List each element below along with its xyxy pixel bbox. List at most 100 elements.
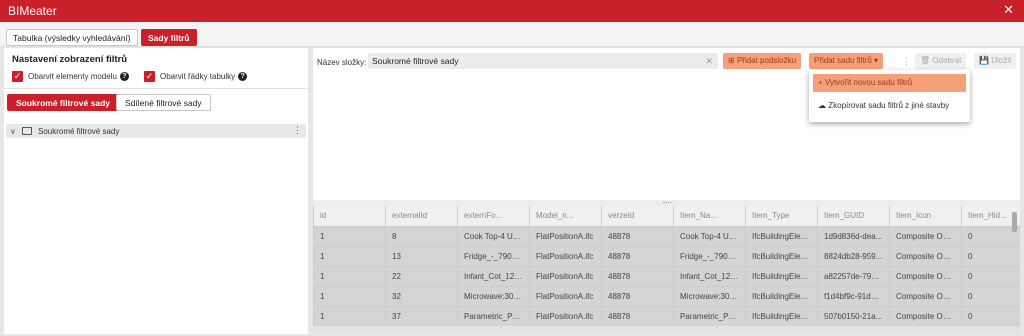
column-header[interactable]: Item_GUID — [817, 206, 890, 226]
add-filter-set-label: Přidat sadu filtrů — [814, 56, 872, 65]
add-subfolder-label: Přidat podsložku — [736, 56, 797, 65]
menu-item-label: Vytvořit novou sadu filtrů — [824, 78, 913, 87]
save-icon: 💾 — [979, 56, 989, 65]
table-cell: IfcBuildingElem... — [745, 265, 818, 286]
clear-icon[interactable]: ✕ — [705, 56, 713, 67]
column-header[interactable]: externFo... — [457, 206, 530, 226]
color-table-rows-checkbox[interactable]: ✓ Obarvit řádky tabulky ? — [144, 70, 248, 82]
table-cell: 32 — [385, 285, 458, 306]
add-filter-set-menu: + Vytvořit novou sadu filtrů ☁ Zkopírova… — [809, 70, 970, 122]
tab-shared-filter-sets[interactable]: Sdílené filtrové sady — [116, 94, 211, 111]
table-cell: IfcBuildingElem... — [745, 305, 818, 326]
table-cell: IfcBuildingElem... — [745, 245, 818, 266]
menu-item-create-new-filter-set[interactable]: + Vytvořit novou sadu filtrů — [813, 74, 966, 92]
tab-filter-sets[interactable]: Sady filtrů — [141, 29, 197, 46]
results-table: id externalId externFo... Model_n... ver… — [313, 206, 1020, 326]
folder-name-input[interactable]: Soukromé filtrové sady ✕ — [368, 53, 718, 69]
table-cell: 0 — [961, 265, 1020, 286]
folder-name-label: Název složky: — [317, 58, 367, 67]
filter-display-settings-heading: Nastavení zobrazení filtrů — [12, 54, 128, 65]
table-cell: 1 — [313, 305, 386, 326]
checkbox-checked-icon[interactable]: ✓ — [144, 70, 155, 82]
column-header[interactable]: Model_n... — [529, 206, 602, 226]
color-model-elements-checkbox[interactable]: ✓ Obarvit elementy modelu ? — [12, 70, 129, 82]
table-cell: Infant_Cot_121... — [673, 265, 746, 286]
tree-item-label: Soukromé filtrové sady — [38, 126, 120, 136]
help-icon[interactable]: ? — [119, 71, 129, 81]
left-panel: Nastavení zobrazení filtrů ✓ Obarvit ele… — [4, 48, 308, 334]
table-cell: Microwave:30" ... — [457, 285, 530, 306]
tree-item-private-filter-sets[interactable]: ∨ Soukromé filtrové sady ⋮ — [6, 124, 306, 138]
tab-table-results[interactable]: Tabulka (výsledky vyhledávání) — [6, 29, 138, 46]
table-cell: Cook Top-4 Uni... — [457, 225, 530, 246]
checkbox-checked-icon[interactable]: ✓ — [12, 70, 23, 82]
table-cell: a82257de-79c9... — [817, 265, 890, 286]
table-cell: 0 — [961, 305, 1020, 326]
table-cell: 1 — [313, 225, 386, 246]
folder-name-value: Soukromé filtrové sady — [372, 56, 459, 66]
column-header[interactable]: externalId — [385, 206, 458, 226]
table-cell: FlatPositionA.ifc — [529, 245, 602, 266]
table-cell: FlatPositionA.ifc — [529, 305, 602, 326]
table-cell: 1 — [313, 265, 386, 286]
table-header-row: id externalId externFo... Model_n... ver… — [313, 206, 1020, 226]
table-cell: 48878 — [601, 225, 674, 246]
column-header[interactable]: Item_Type — [745, 206, 818, 226]
table-cell: 1 — [313, 285, 386, 306]
table-cell: Composite Obj... — [889, 245, 962, 266]
table-cell: 0 — [961, 285, 1020, 306]
vertical-scrollbar[interactable] — [1012, 212, 1017, 232]
trash-icon: 🗑 — [920, 56, 931, 65]
table-row[interactable]: 1 32 Microwave:30" ... FlatPositionA.ifc… — [313, 285, 1020, 306]
checkbox-label: Obarvit elementy modelu — [28, 71, 117, 81]
table-cell: FlatPositionA.ifc — [529, 285, 602, 306]
table-cell: 37 — [385, 305, 458, 326]
table-cell: 48878 — [601, 245, 674, 266]
splitter-grip[interactable] — [663, 202, 671, 204]
table-cell: Infant_Cot_121... — [457, 265, 530, 286]
table-cell: Parametric_Por... — [457, 305, 530, 326]
table-row[interactable]: 1 13 Fridge_-_790W... FlatPositionA.ifc … — [313, 245, 1020, 266]
delete-label: Odebrat — [932, 56, 962, 65]
chevron-down-icon[interactable]: ∨ — [10, 127, 22, 136]
top-tab-bar: Tabulka (výsledky vyhledávání) Sady filt… — [0, 22, 1024, 47]
table-cell: 8 — [385, 225, 458, 246]
add-subfolder-button[interactable]: ⊞ Přidat podsložku — [723, 53, 802, 69]
table-cell: 1d9d836d-dea... — [817, 225, 890, 246]
more-options-icon[interactable]: ⋮ — [902, 56, 911, 67]
close-icon[interactable]: ✕ — [1003, 3, 1014, 17]
table-cell: 22 — [385, 265, 458, 286]
add-filter-set-button[interactable]: Přidat sadu filtrů ▾ — [809, 53, 884, 69]
table-cell: 48878 — [601, 285, 674, 306]
table-cell: f1d4bf9c-91d5-... — [817, 285, 890, 306]
table-row[interactable]: 1 8 Cook Top-4 Uni... FlatPositionA.ifc … — [313, 225, 1020, 246]
save-label: Uložit — [991, 56, 1012, 65]
menu-item-label: Zkopírovat sadu filtrů z jiné stavby — [828, 101, 950, 110]
title-bar: BIMeater ✕ — [0, 0, 1024, 22]
results-grid: id externalId externFo... Model_n... ver… — [313, 206, 1020, 334]
table-cell: 13 — [385, 245, 458, 266]
save-button[interactable]: 💾 Uložit — [974, 53, 1017, 69]
menu-item-copy-filter-set[interactable]: ☁ Zkopírovat sadu filtrů z jiné stavby — [813, 97, 966, 115]
column-header[interactable]: Item_Icon — [889, 206, 962, 226]
table-cell: 0 — [961, 245, 1020, 266]
table-row[interactable]: 1 22 Infant_Cot_121... FlatPositionA.ifc… — [313, 265, 1020, 286]
table-cell: Microwave:30" ... — [673, 285, 746, 306]
tab-private-filter-sets[interactable]: Soukromé filtrové sady — [7, 94, 120, 111]
table-cell: 48878 — [601, 265, 674, 286]
help-icon[interactable]: ? — [238, 71, 248, 81]
add-folder-icon: ⊞ — [728, 56, 735, 65]
table-cell: Composite Obj... — [889, 225, 962, 246]
column-header[interactable]: verzeId — [601, 206, 674, 226]
checkbox-label: Obarvit řádky tabulky — [160, 71, 236, 81]
delete-button[interactable]: 🗑 Odebrat — [915, 53, 967, 69]
column-header[interactable]: id — [313, 206, 386, 226]
caret-down-icon: ▾ — [874, 56, 879, 65]
table-row[interactable]: 1 37 Parametric_Por... FlatPositionA.ifc… — [313, 305, 1020, 326]
table-cell: FlatPositionA.ifc — [529, 265, 602, 286]
more-options-icon[interactable]: ⋮ — [293, 125, 302, 136]
plus-icon: + — [818, 78, 823, 87]
cloud-download-icon: ☁ — [818, 101, 826, 110]
table-cell: Parametric_Por... — [673, 305, 746, 326]
column-header[interactable]: Item_Na... — [673, 206, 746, 226]
